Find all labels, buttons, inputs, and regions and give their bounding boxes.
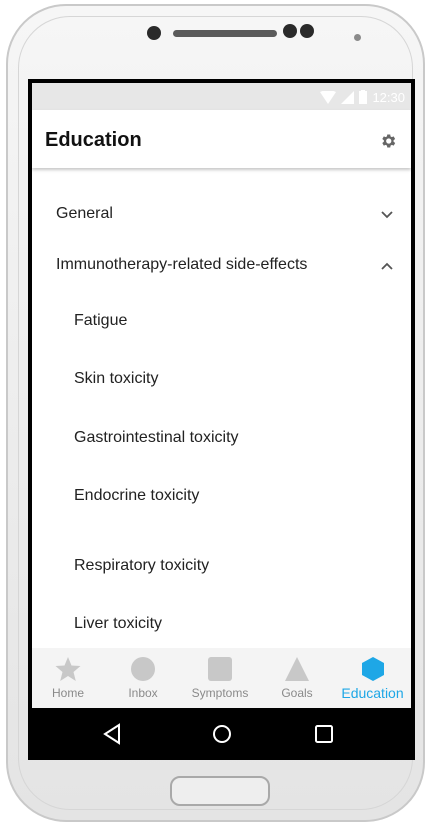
status-bar: 12:30 — [32, 83, 411, 110]
app-bar: Education — [32, 110, 411, 168]
education-list: General Immunotherapy-related side-effec… — [32, 168, 411, 648]
section-immunotherapy[interactable]: Immunotherapy-related side-effects — [56, 256, 307, 274]
physical-home-button[interactable] — [170, 776, 270, 806]
bottom-tab-bar: Home Inbox Symptoms Goals Education — [32, 648, 411, 708]
chevron-down-icon[interactable] — [381, 211, 393, 219]
list-item-liver-toxicity[interactable]: Liver toxicity — [74, 615, 162, 633]
sensor-dot-icon — [300, 24, 314, 38]
tab-inbox[interactable]: Inbox — [110, 648, 176, 708]
list-item-endocrine-toxicity[interactable]: Endocrine toxicity — [74, 487, 199, 505]
star-icon — [55, 657, 81, 681]
list-item-fatigue[interactable]: Fatigue — [74, 312, 127, 330]
tab-education[interactable]: Education — [334, 648, 411, 708]
tab-label: Symptoms — [191, 686, 249, 700]
tab-goals[interactable]: Goals — [268, 648, 326, 708]
list-item-respiratory-toxicity[interactable]: Respiratory toxicity — [74, 557, 209, 575]
front-camera-icon — [147, 26, 161, 40]
sensor-dot-icon — [283, 24, 297, 38]
circle-icon — [131, 657, 155, 681]
hexagon-icon — [361, 657, 384, 681]
tab-home[interactable]: Home — [32, 648, 104, 708]
tab-label: Home — [51, 686, 84, 700]
signal-icon — [341, 90, 355, 104]
list-item-gastrointestinal-toxicity[interactable]: Gastrointestinal toxicity — [74, 429, 239, 447]
status-time: 12:30 — [372, 89, 405, 105]
proximity-sensor-icon — [354, 34, 361, 41]
speaker-grille — [173, 30, 277, 37]
back-triangle-icon[interactable] — [100, 722, 124, 746]
recents-square-icon[interactable] — [312, 722, 336, 746]
tab-label: Inbox — [128, 686, 158, 700]
section-general[interactable]: General — [56, 205, 113, 223]
square-icon — [208, 657, 232, 681]
list-item-skin-toxicity[interactable]: Skin toxicity — [74, 370, 158, 388]
battery-icon — [359, 90, 368, 104]
android-nav-bar — [28, 708, 415, 760]
status-icons: 12:30 — [320, 89, 405, 105]
device-screen: 12:30 Education General Immunotherapy-re… — [28, 79, 415, 760]
page-title: Education — [45, 129, 142, 151]
tab-symptoms[interactable]: Symptoms — [182, 648, 258, 708]
tab-label: Education — [341, 685, 404, 701]
triangle-icon — [285, 657, 309, 681]
chevron-up-icon[interactable] — [381, 262, 393, 270]
gear-icon[interactable] — [379, 132, 397, 150]
app-view: 12:30 Education General Immunotherapy-re… — [32, 83, 411, 708]
home-circle-icon[interactable] — [210, 722, 234, 746]
tab-label: Goals — [281, 686, 313, 700]
wifi-icon — [320, 90, 337, 104]
